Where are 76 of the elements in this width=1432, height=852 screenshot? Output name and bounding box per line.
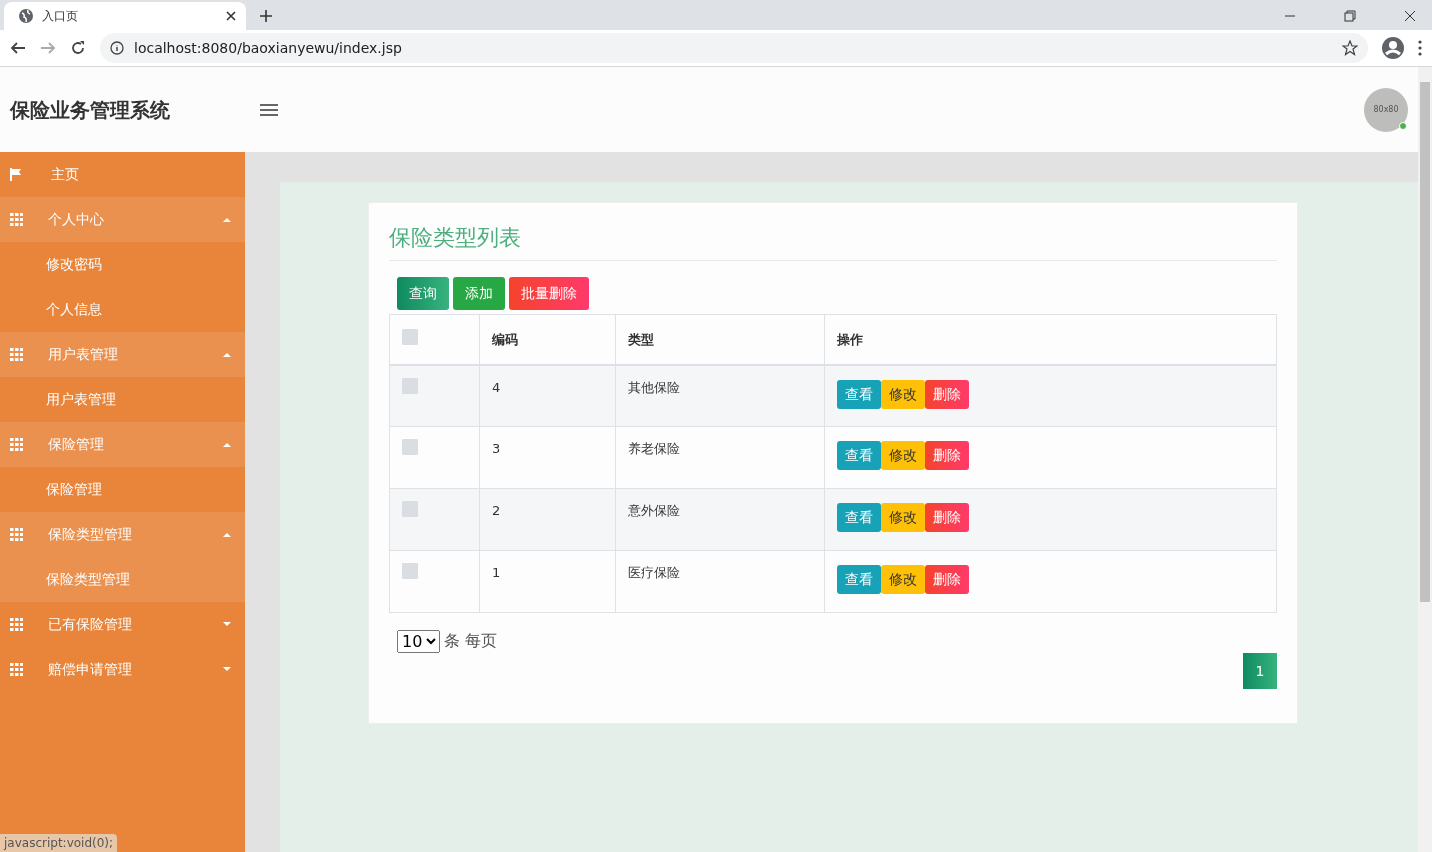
page-size-select[interactable]: 10 <box>397 629 440 653</box>
browser-tab[interactable]: 入口页 <box>4 2 246 30</box>
column-header: 类型 <box>628 331 654 347</box>
more-icon[interactable] <box>1418 40 1422 56</box>
view-button[interactable]: 查看 <box>837 503 881 532</box>
delete-button[interactable]: 删除 <box>925 441 969 470</box>
status-text: javascript:void(0); <box>0 834 118 852</box>
sidebar-subitem[interactable]: 用户表管理 <box>0 377 245 422</box>
grid-icon <box>10 213 23 226</box>
online-dot <box>1399 121 1407 130</box>
panel-title: 保险类型列表 <box>389 221 1277 261</box>
grid-icon <box>10 528 23 541</box>
edit-button[interactable]: 修改 <box>881 441 925 470</box>
close-icon[interactable] <box>1404 10 1416 22</box>
page-size-label: 条 每页 <box>444 630 498 652</box>
menu-icon[interactable] <box>260 102 278 117</box>
edit-button[interactable]: 修改 <box>881 503 925 532</box>
sidebar-item[interactable]: 保险类型管理 <box>0 512 245 557</box>
edit-button[interactable]: 修改 <box>881 379 925 409</box>
column-header: 操作 <box>837 331 863 347</box>
view-button[interactable]: 查看 <box>837 379 881 409</box>
grid-icon <box>10 663 23 676</box>
avatar-text: 80x80 <box>1373 103 1399 116</box>
row-checkbox[interactable] <box>402 501 418 517</box>
column-header: 编码 <box>492 331 518 347</box>
table-cell: 4 <box>492 379 501 395</box>
table-cell: 3 <box>492 441 501 456</box>
sidebar-item[interactable]: 主页 <box>0 152 245 197</box>
sidebar-item[interactable]: 保险管理 <box>0 422 245 467</box>
delete-button[interactable]: 删除 <box>925 379 969 409</box>
plus-icon[interactable] <box>260 10 272 22</box>
flag-icon <box>10 168 22 181</box>
grid-icon <box>10 618 23 631</box>
edit-button[interactable]: 修改 <box>881 565 925 594</box>
url-text: localhost:8080/baoxianyewu/index.jsp <box>134 38 403 58</box>
row-checkbox[interactable] <box>402 439 418 455</box>
view-button[interactable]: 查看 <box>837 441 881 470</box>
page-button[interactable]: 1 <box>1243 653 1277 689</box>
sidebar-item[interactable]: 个人中心 <box>0 197 245 242</box>
sidebar-subitem[interactable]: 修改密码 <box>0 242 245 287</box>
reload-icon[interactable] <box>70 40 86 56</box>
profile-icon[interactable] <box>1382 37 1404 59</box>
table-cell: 2 <box>492 503 501 518</box>
sidebar-subitem[interactable]: 保险类型管理 <box>0 557 245 602</box>
search-button[interactable]: 查询 <box>397 277 449 310</box>
info-icon <box>110 41 124 55</box>
star-icon[interactable] <box>1342 40 1358 56</box>
grid-icon <box>10 438 23 451</box>
sidebar-item[interactable]: 赔偿申请管理 <box>0 647 245 692</box>
app-title: 保险业务管理系统 <box>10 96 171 124</box>
view-button[interactable]: 查看 <box>837 565 881 594</box>
row-checkbox[interactable] <box>402 563 418 579</box>
grid-icon <box>10 348 23 361</box>
globe-icon <box>18 8 34 24</box>
select-all-checkbox[interactable] <box>402 328 418 345</box>
address-bar[interactable]: localhost:8080/baoxianyewu/index.jsp <box>100 33 1368 63</box>
tab-title: 入口页 <box>42 8 79 25</box>
table-cell: 意外保险 <box>628 503 680 518</box>
table-cell: 养老保险 <box>628 441 680 456</box>
table-cell: 1 <box>492 565 501 580</box>
add-button[interactable]: 添加 <box>453 277 505 310</box>
back-icon[interactable] <box>10 40 26 56</box>
table-cell: 其他保险 <box>628 379 680 395</box>
batch-delete-button[interactable]: 批量删除 <box>509 277 589 310</box>
sidebar-item[interactable]: 已有保险管理 <box>0 602 245 647</box>
delete-button[interactable]: 删除 <box>925 503 969 532</box>
scrollbar[interactable] <box>1418 67 1432 852</box>
sidebar-item[interactable]: 用户表管理 <box>0 332 245 377</box>
delete-button[interactable]: 删除 <box>925 565 969 594</box>
row-checkbox[interactable] <box>402 377 418 394</box>
avatar[interactable]: 80x80 <box>1364 87 1408 132</box>
sidebar-subitem[interactable]: 个人信息 <box>0 287 245 332</box>
table-cell: 医疗保险 <box>628 565 680 580</box>
restore-icon[interactable] <box>1344 10 1356 22</box>
sidebar-subitem[interactable]: 保险管理 <box>0 467 245 512</box>
close-icon[interactable] <box>226 11 236 21</box>
